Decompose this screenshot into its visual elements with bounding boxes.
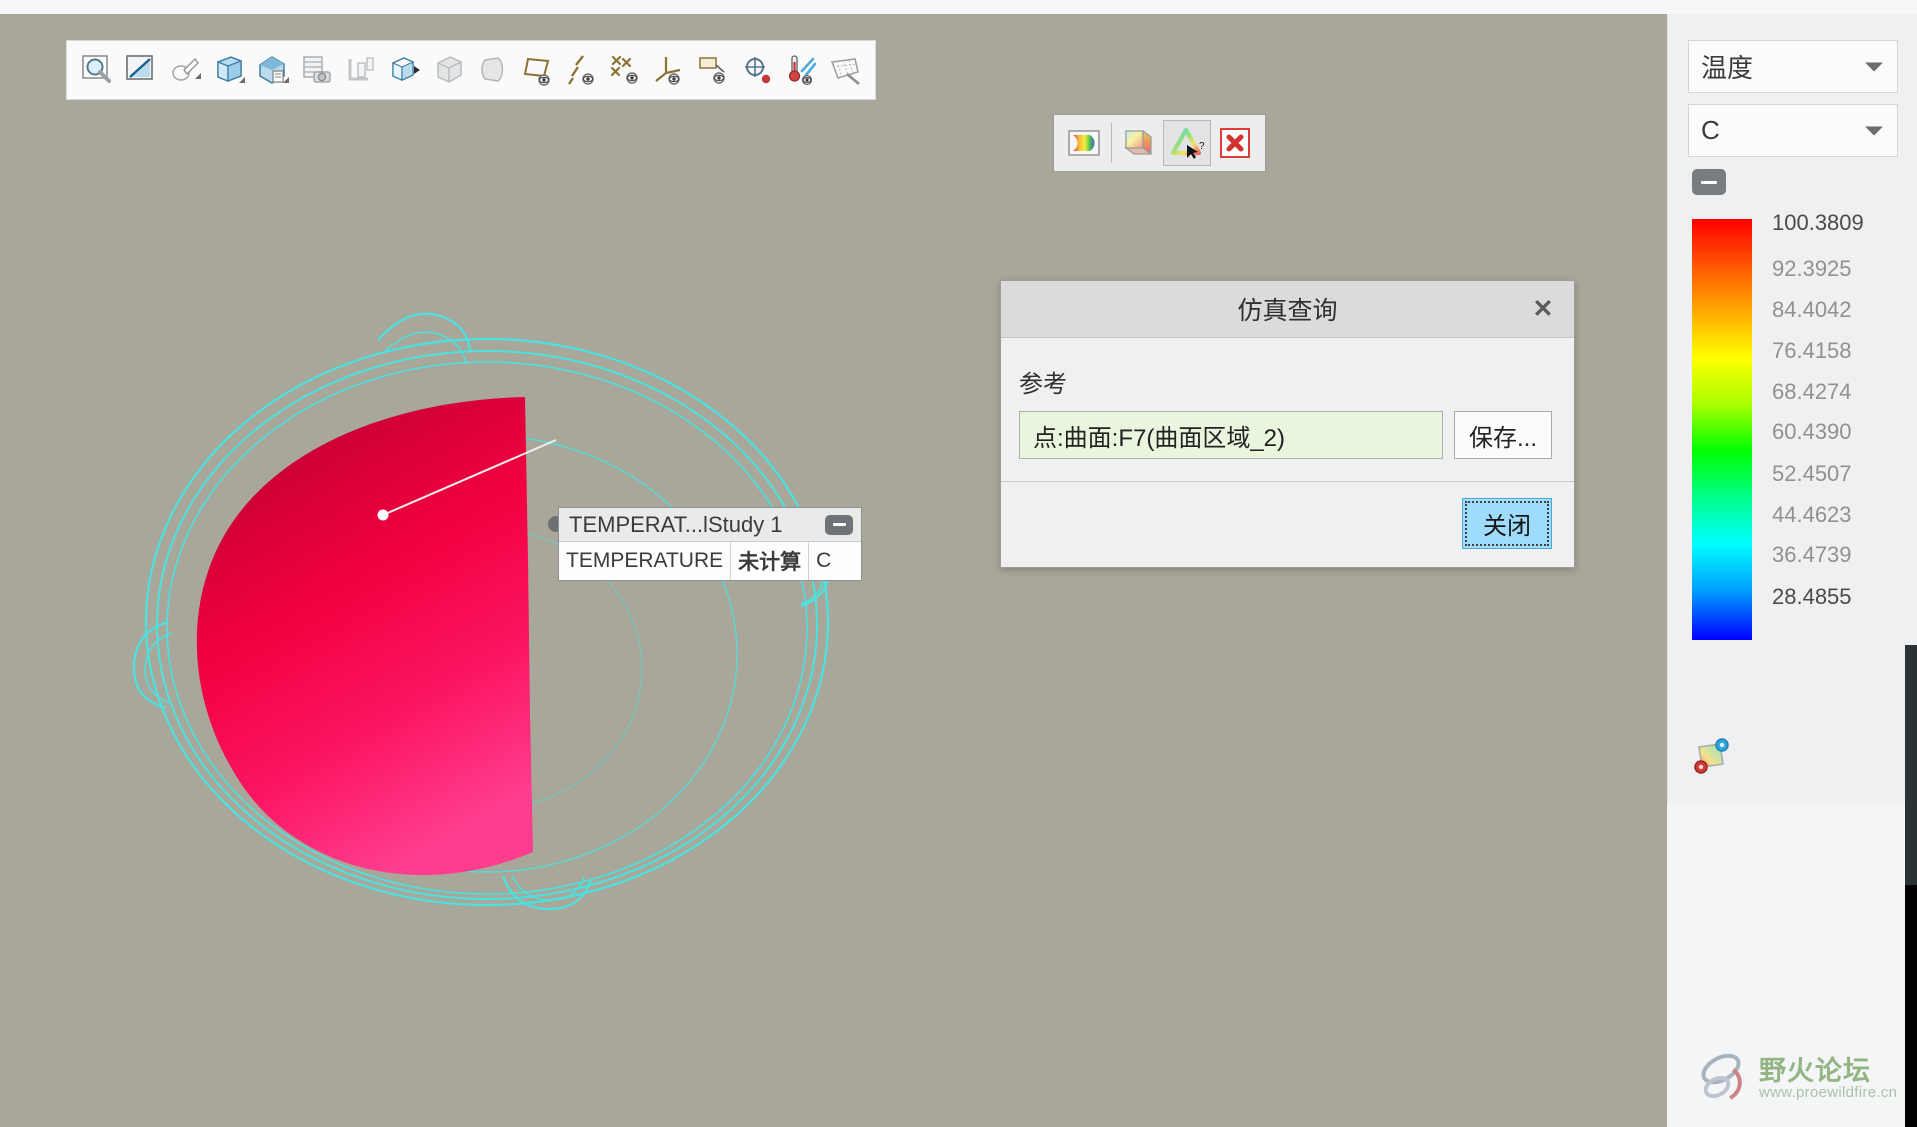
close-button[interactable]: 关闭 — [1462, 498, 1552, 549]
application-window: ? TEMPERAT...lStudy 1 TEMPERATURE 未计算 C — [0, 0, 1917, 1127]
results-toolbar[interactable]: ? — [1053, 114, 1266, 172]
graphics-toolbar[interactable] — [66, 40, 876, 100]
unit-select-value: C — [1701, 115, 1720, 145]
sketch-view-icon[interactable] — [119, 46, 163, 94]
mesh-display-icon[interactable] — [823, 46, 867, 94]
datum-plane-display-icon[interactable] — [515, 46, 559, 94]
dialog-title: 仿真查询 — [1237, 297, 1338, 325]
spin-center-icon[interactable] — [163, 46, 207, 94]
legend-tick-labels: 100.3809 92.3925 84.4042 76.4158 68.4274… — [1772, 210, 1897, 640]
chevron-down-icon — [1865, 126, 1883, 135]
quantity-select[interactable]: 温度 — [1688, 40, 1898, 93]
legend-tick: 92.3925 — [1772, 255, 1852, 281]
watermark-title: 野火论坛 — [1759, 1055, 1871, 1086]
query-probe-icon[interactable]: ? — [1163, 120, 1211, 166]
layers-icon[interactable] — [339, 46, 383, 94]
color-range-icon[interactable] — [1690, 732, 1736, 783]
close-red-x-icon[interactable] — [1211, 120, 1259, 166]
svg-text:?: ? — [1199, 141, 1205, 152]
simulation-query-dialog[interactable]: 仿真查询 ✕ 参考 保存... 关闭 — [1000, 280, 1575, 568]
unit-select[interactable]: C — [1688, 104, 1898, 157]
spin-center-toggle-icon[interactable] — [735, 46, 779, 94]
toolbar-separator — [1111, 123, 1112, 163]
display-style-wireframe-icon[interactable] — [427, 46, 471, 94]
view-manager-icon[interactable] — [295, 46, 339, 94]
legend-tick: 84.4042 — [1772, 296, 1852, 322]
legend-tick: 100.3809 — [1772, 210, 1864, 236]
save-button[interactable]: 保存... — [1453, 411, 1552, 459]
watermark-logo-icon — [1701, 1053, 1742, 1100]
legend-tick: 76.4158 — [1772, 337, 1852, 363]
quantity-select-value: 温度 — [1701, 53, 1754, 83]
legend-tick: 60.4390 — [1772, 419, 1852, 445]
color-cube-icon[interactable] — [1115, 120, 1163, 166]
callout-measure-unit: C — [808, 542, 838, 580]
thermometer-display-icon[interactable] — [779, 46, 823, 94]
measurement-callout[interactable]: TEMPERAT...lStudy 1 TEMPERATURE 未计算 C — [558, 507, 862, 581]
reference-label: 参考 — [1019, 371, 1067, 398]
chevron-down-icon — [1865, 62, 1883, 71]
legend-color-scale: 100.3809 92.3925 84.4042 76.4158 68.4274… — [1688, 210, 1897, 640]
dialog-titlebar: 仿真查询 ✕ — [1001, 281, 1574, 338]
annotation-display-icon[interactable] — [691, 46, 735, 94]
dialog-body: 参考 保存... — [1001, 338, 1574, 481]
color-legend-icon[interactable] — [1060, 120, 1108, 166]
watermark-url: www.proewildfire.cn — [1759, 1084, 1898, 1102]
legend-collapse-button[interactable] — [1692, 169, 1726, 195]
orientation-cube-icon[interactable] — [207, 46, 251, 94]
datum-point-display-icon[interactable] — [603, 46, 647, 94]
legend-tick: 28.4855 — [1772, 583, 1852, 609]
saved-view-icon[interactable] — [251, 46, 295, 94]
callout-measure-value: 未计算 — [730, 542, 808, 580]
reference-input-row: 保存... — [1019, 411, 1552, 459]
perspective-view-icon[interactable] — [383, 46, 427, 94]
callout-measure-row: TEMPERATURE 未计算 C — [559, 542, 861, 580]
coordinate-system-display-icon[interactable] — [647, 46, 691, 94]
color-bar — [1692, 219, 1752, 640]
callout-minimize-button[interactable] — [825, 514, 853, 535]
legend-tick: 52.4507 — [1772, 460, 1852, 486]
legend-tick: 36.4739 — [1772, 542, 1852, 568]
display-style-shaded-icon[interactable] — [471, 46, 515, 94]
vertical-scrollbar[interactable] — [1905, 645, 1917, 885]
watermark: 野火论坛 www.proewildfire.cn — [1697, 1048, 1905, 1110]
datum-axis-display-icon[interactable] — [559, 46, 603, 94]
zoom-in-icon[interactable] — [75, 46, 119, 94]
window-top-strip — [0, 0, 1917, 14]
close-icon[interactable]: ✕ — [1528, 294, 1558, 324]
callout-title: TEMPERAT...lStudy 1 — [569, 511, 783, 537]
callout-measure-name: TEMPERATURE — [566, 549, 724, 572]
callout-header[interactable]: TEMPERAT...lStudy 1 — [559, 508, 861, 542]
legend-tick: 44.4623 — [1772, 501, 1852, 527]
reference-input[interactable] — [1019, 411, 1443, 459]
legend-tick: 68.4274 — [1772, 378, 1852, 404]
legend-panel: 温度 C 100.3809 92.3925 84.4042 76.4158 68… — [1667, 14, 1917, 804]
dialog-footer: 关闭 — [1001, 481, 1574, 567]
watermark-text: 野火论坛 www.proewildfire.cn — [1759, 1057, 1897, 1101]
